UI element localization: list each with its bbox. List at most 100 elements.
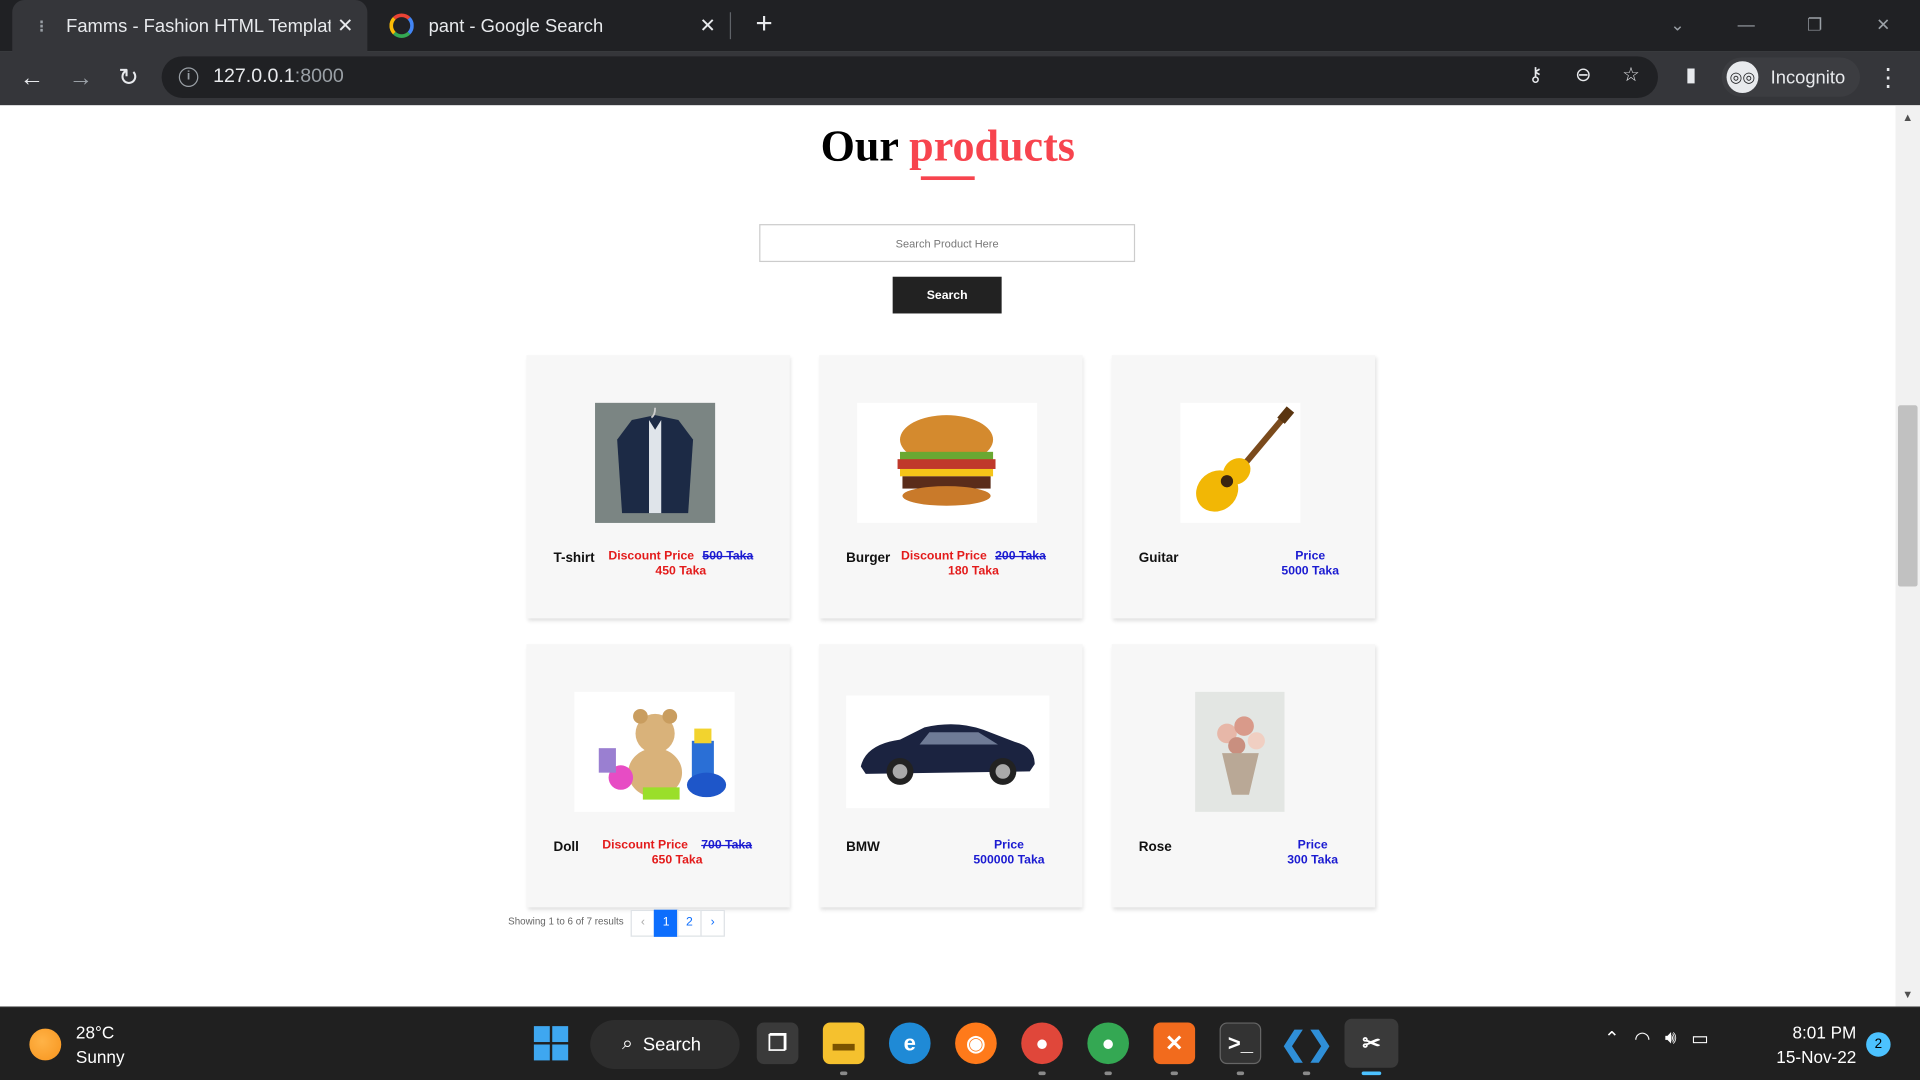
tab-famms[interactable]: ⁝ Famms - Fashion HTML Template ✕ (12, 0, 368, 52)
pagination-page-1[interactable]: 1 (653, 909, 679, 937)
taskbar-search[interactable]: ⌕ Search (590, 1020, 740, 1069)
restore-icon[interactable]: ❐ (1790, 7, 1839, 41)
pagination-prev[interactable]: ‹ (630, 909, 656, 937)
pagination-page-2[interactable]: 2 (677, 909, 702, 937)
pagination-next[interactable]: › (700, 909, 725, 937)
price-label: Price (994, 838, 1024, 853)
chrome-profile-s-icon[interactable]: ● (1021, 1022, 1063, 1065)
new-tab-icon[interactable]: + (749, 9, 778, 39)
edge-browser-icon[interactable]: e (888, 1022, 931, 1065)
active-app-indicator (1361, 1071, 1382, 1076)
snipping-tool-icon[interactable]: ✂ (1344, 1018, 1399, 1068)
doll-image (574, 691, 735, 812)
volume-icon[interactable]: 🔊︎ (1665, 1027, 1677, 1049)
running-indicator (1302, 1071, 1311, 1076)
reload-icon[interactable]: ↻ (109, 59, 148, 98)
running-indicator (840, 1071, 848, 1076)
discount-price: 180 Taka (948, 564, 999, 578)
file-explorer-icon[interactable]: ▬ (822, 1022, 865, 1065)
zoom-icon[interactable]: ⊖ (1570, 62, 1597, 89)
xampp-icon[interactable]: ✕ (1153, 1022, 1196, 1065)
close-tab-icon[interactable]: ✕ (331, 13, 360, 37)
product-price: Discount Price 700 Taka 650 Taka (595, 839, 759, 868)
url-host: 127.0.0.1 (213, 66, 295, 87)
close-window-icon[interactable]: ✕ (1859, 7, 1908, 41)
chevron-up-icon[interactable]: ⌃ (1604, 1027, 1619, 1050)
product-card[interactable]: Burger Discount Price 200 Taka 180 Taka (819, 355, 1083, 619)
firefox-icon[interactable]: ◉ (955, 1022, 997, 1065)
terminal-icon[interactable]: >_ (1219, 1022, 1262, 1065)
minimize-icon[interactable]: — (1722, 7, 1771, 41)
task-view-icon[interactable]: ❐ (756, 1022, 799, 1065)
search-icon: ⌕ (622, 1033, 634, 1055)
product-name: Doll (553, 840, 579, 855)
old-price: 700 Taka (701, 838, 753, 853)
regular-price: 500000 Taka (973, 853, 1045, 867)
notification-badge[interactable]: 2 (1866, 1032, 1891, 1057)
address-bar[interactable]: i 127.0.0.1:8000 (161, 56, 1658, 98)
page-scrollbar[interactable]: ▲ ▼ (1895, 105, 1920, 1007)
tab-divider (729, 12, 732, 40)
page-viewport: Our products Search T-shirt Discount Pri… (0, 105, 1920, 1007)
running-indicator (1104, 1071, 1112, 1076)
old-price: 200 Taka (995, 549, 1046, 564)
product-price: Price 500000 Taka (942, 839, 1077, 868)
weather-widget[interactable]: 28°C Sunny (29, 1020, 125, 1069)
scrollbar-thumb[interactable] (1897, 405, 1918, 587)
product-search-input[interactable] (759, 224, 1136, 263)
battery-icon[interactable]: ▭ (1691, 1027, 1708, 1050)
title-underline (920, 176, 975, 181)
chrome-profile-icon[interactable]: ● (1087, 1022, 1129, 1065)
system-clock[interactable]: 8:01 PM 15-Nov-22 (1751, 1020, 1856, 1069)
product-price: Discount Price 200 Taka 180 Taka (898, 550, 1050, 579)
tab-search-icon[interactable]: ⌄ (1653, 7, 1702, 41)
side-panel-icon[interactable]: ▮ (1678, 62, 1705, 89)
tab-title: Famms - Fashion HTML Template (66, 15, 331, 37)
wifi-icon[interactable]: ◠ (1634, 1027, 1650, 1050)
vscode-icon[interactable]: ❮❯ (1280, 1022, 1333, 1064)
old-price: 500 Taka (702, 549, 754, 564)
scroll-up-icon[interactable]: ▲ (1896, 108, 1920, 128)
product-price: Price 300 Taka (1254, 839, 1372, 868)
incognito-icon: ◎◎ (1726, 61, 1759, 94)
running-indicator (1038, 1071, 1046, 1076)
price-label: Price (1295, 549, 1326, 564)
discount-price: 650 Taka (651, 853, 703, 867)
kebab-menu-icon[interactable]: ⋮ (1873, 59, 1902, 98)
product-card[interactable]: Rose Price 300 Taka (1111, 644, 1376, 908)
product-card[interactable]: Doll Discount Price 700 Taka 650 Taka (526, 644, 790, 908)
product-name: T-shirt (553, 551, 595, 566)
product-name: Rose (1138, 840, 1172, 855)
taskbar-search-label: Search (642, 1034, 702, 1055)
product-name: Guitar (1138, 551, 1179, 566)
tab-google-search[interactable]: pant - Google Search ✕ (375, 0, 730, 51)
search-button[interactable]: Search (892, 276, 1002, 314)
key-icon[interactable]: ⚷ (1522, 62, 1549, 89)
back-arrow-icon[interactable]: ← (12, 59, 51, 98)
url-text[interactable]: 127.0.0.1:8000 (213, 66, 344, 88)
windows-start-icon[interactable] (530, 1022, 572, 1064)
product-price: Price 5000 Taka (1247, 550, 1374, 579)
incognito-label: Incognito (1770, 66, 1846, 88)
pagination: ‹ 1 2 › (630, 909, 725, 937)
product-name: BMW (846, 840, 880, 855)
product-card[interactable]: Guitar Price 5000 Taka (1111, 355, 1376, 619)
product-card[interactable]: T-shirt Discount Price 500 Taka 450 Taka (526, 355, 790, 619)
scroll-down-icon[interactable]: ▼ (1896, 984, 1920, 1004)
title-main: Our (820, 121, 910, 171)
close-tab-icon[interactable]: ✕ (693, 13, 722, 37)
site-info-icon[interactable]: i (178, 67, 199, 87)
title-accent: products (909, 121, 1075, 171)
forward-arrow-icon[interactable]: → (61, 59, 100, 98)
price-label: Discount Price (901, 549, 987, 564)
incognito-badge[interactable]: ◎◎ Incognito (1721, 57, 1860, 97)
page-title: Our products (0, 120, 1896, 171)
bookmark-star-icon[interactable]: ☆ (1618, 62, 1645, 89)
product-price: Discount Price 500 Taka 450 Taka (605, 550, 757, 579)
product-card[interactable]: BMW Price 500000 Taka (819, 644, 1083, 908)
system-tray: ⌃ ◠ 🔊︎ ▭ (1604, 1027, 1708, 1049)
regular-price: 5000 Taka (1281, 564, 1340, 578)
burger-image (857, 402, 1038, 523)
clock-time: 8:01 PM (1792, 1022, 1857, 1043)
pagination-summary: Showing 1 to 6 of 7 results (508, 915, 624, 927)
